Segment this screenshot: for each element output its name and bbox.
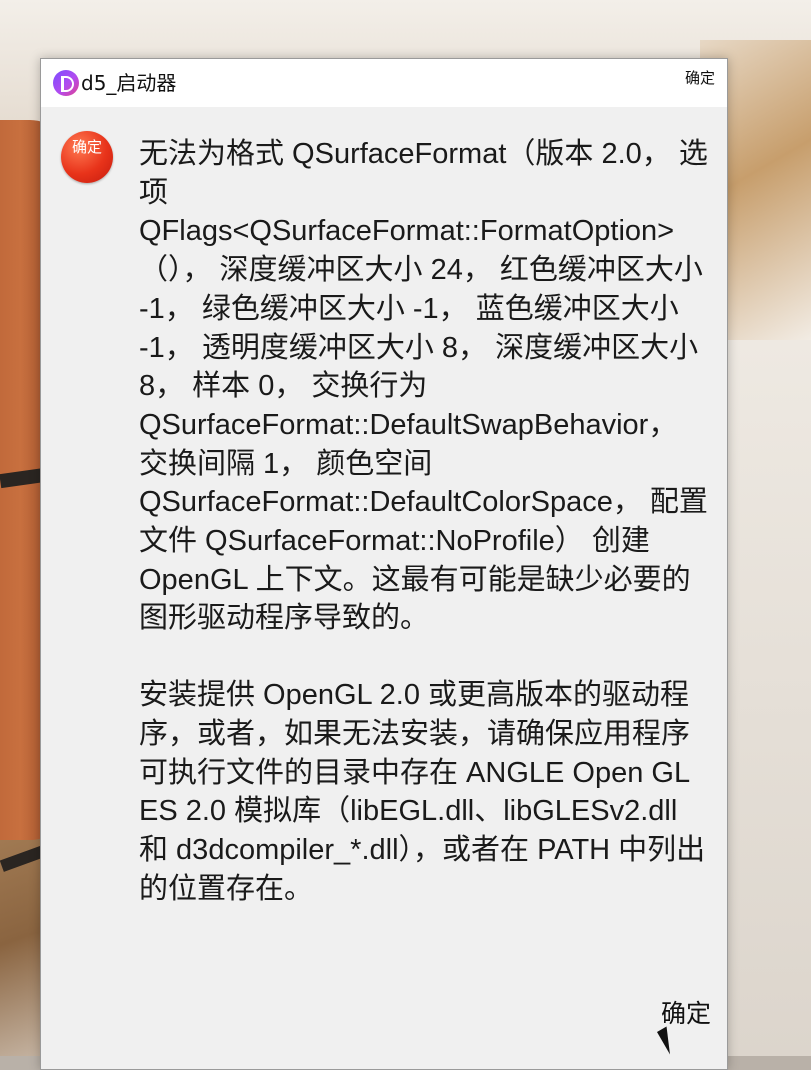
error-icon-label: 确定 <box>71 138 102 156</box>
error-message-paragraph-1: 无法为格式 QSurfaceFormat（版本 2.0， 选项 QFlags<Q… <box>139 138 708 635</box>
error-message-paragraph-2: 安装提供 OpenGL 2.0 或更高版本的驱动程序，或者，如果无法安装，请确保… <box>139 679 706 905</box>
window-title: d5_启动器 <box>81 71 177 95</box>
error-dialog: d5_启动器 确定 确定 无法为格式 QSurfaceFormat（版本 2.0… <box>40 58 728 1070</box>
ok-button[interactable]: 确定 <box>661 997 711 1031</box>
title-bar[interactable]: d5_启动器 确定 <box>41 59 727 107</box>
error-icon: 确定 <box>61 131 113 183</box>
d5-launcher-icon <box>53 70 79 96</box>
title-confirm-button[interactable]: 确定 <box>685 67 715 89</box>
error-message: 无法为格式 QSurfaceFormat（版本 2.0， 选项 QFlags<Q… <box>139 135 711 908</box>
